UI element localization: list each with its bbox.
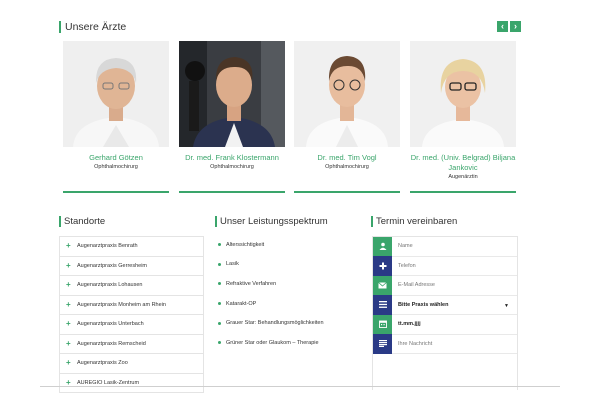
location-item[interactable]: + Augenarztpraxis Remscheid bbox=[59, 334, 204, 354]
doctor-card-underline bbox=[63, 191, 169, 193]
calendar-icon bbox=[373, 314, 392, 334]
practice-select-value: Bitte Praxis wählen bbox=[398, 301, 449, 308]
carousel-next-button[interactable]: › bbox=[510, 21, 521, 32]
bullet-icon bbox=[218, 282, 221, 286]
doctor-name[interactable]: Dr. med. Tim Vogl bbox=[294, 153, 400, 163]
location-item[interactable]: + Augenarztpraxis Zoo bbox=[59, 354, 204, 374]
doctor-role: Ophthalmochirurg bbox=[325, 164, 369, 170]
email-field[interactable]: E-Mail Adresse bbox=[373, 275, 517, 296]
service-link[interactable]: Grauer Star: Behandlungsmöglichkeiten bbox=[218, 313, 363, 333]
plus-icon: + bbox=[66, 260, 71, 270]
plus-icon: + bbox=[66, 319, 71, 328]
chevron-left-icon: ‹ bbox=[501, 21, 504, 31]
practice-select[interactable]: Bitte Praxis wählen ▼ bbox=[373, 295, 517, 315]
plus-icon: + bbox=[66, 358, 71, 367]
doctor-card[interactable]: Gerhard Götzen Ophthalmochirurg bbox=[63, 41, 169, 193]
chevron-right-icon: › bbox=[514, 21, 517, 31]
phone-icon bbox=[373, 256, 392, 276]
plus-icon: + bbox=[66, 280, 71, 289]
location-item[interactable]: + Augenarztpraxis Monheim am Rhein bbox=[59, 295, 204, 315]
doctor-photo[interactable] bbox=[410, 41, 516, 147]
message-placeholder: Ihre Nachricht bbox=[398, 340, 433, 347]
location-item[interactable]: + Augenarztpraxis Unterbach bbox=[59, 315, 204, 335]
phone-field[interactable]: Telefon bbox=[373, 256, 517, 276]
date-field[interactable]: tt.mm.jjjj bbox=[373, 314, 517, 335]
name-field[interactable]: Name bbox=[373, 236, 517, 257]
doctor-card[interactable]: Dr. med. Frank Klostermann Ophthalmochir… bbox=[179, 41, 285, 193]
doctor-photo[interactable] bbox=[179, 41, 285, 147]
booking-title: Termin vereinbaren bbox=[371, 216, 457, 227]
message-field[interactable]: Ihre Nachricht bbox=[373, 334, 517, 354]
doctor-role: Ophthalmochirurg bbox=[94, 164, 138, 170]
doctor-role: Augenärztin bbox=[448, 174, 478, 180]
bullet-icon bbox=[218, 302, 221, 306]
locations-title: Standorte bbox=[59, 216, 105, 227]
services-title: Unser Leistungsspektrum bbox=[215, 216, 328, 227]
location-item[interactable]: + Augenarztpraxis Benrath bbox=[59, 237, 204, 257]
bullet-icon bbox=[218, 341, 221, 345]
doctor-name[interactable]: Dr. med. Frank Klostermann bbox=[179, 153, 285, 163]
footer-divider bbox=[40, 386, 560, 387]
envelope-icon bbox=[373, 275, 392, 295]
bullet-icon bbox=[218, 243, 221, 247]
carousel-prev-button[interactable]: ‹ bbox=[497, 21, 508, 32]
list-icon bbox=[373, 295, 392, 315]
service-link[interactable]: Refraktive Verfahren bbox=[218, 274, 363, 294]
doctor-role: Ophthalmochirurg bbox=[210, 164, 254, 170]
message-icon bbox=[373, 334, 392, 354]
plus-icon: + bbox=[66, 377, 71, 387]
caret-down-icon: ▼ bbox=[504, 302, 509, 309]
location-item[interactable]: + AUREGIO Lasik-Zentrum bbox=[59, 373, 204, 393]
name-placeholder: Name bbox=[398, 243, 413, 250]
locations-list: + Augenarztpraxis Benrath + Augenarztpraxi… bbox=[59, 236, 204, 393]
plus-icon: + bbox=[66, 338, 71, 348]
service-link[interactable]: Katarakt-OP bbox=[218, 294, 363, 314]
service-link[interactable]: Alterssichtigkeit bbox=[218, 235, 363, 255]
doctors-section-title: Unsere Ärzte bbox=[59, 21, 126, 33]
doctor-name[interactable]: Dr. med. (Univ. Belgrad) Biljana Jankovi… bbox=[410, 153, 516, 173]
doctor-photo[interactable] bbox=[63, 41, 169, 147]
doctor-name[interactable]: Gerhard Götzen bbox=[63, 153, 169, 163]
location-item[interactable]: + Augenarztpraxis Lohausen bbox=[59, 276, 204, 296]
bullet-icon bbox=[218, 262, 221, 266]
plus-icon: + bbox=[66, 299, 71, 309]
doctor-card[interactable]: Dr. med. Tim Vogl Ophthalmochirurg bbox=[294, 41, 400, 193]
doctor-photo[interactable] bbox=[294, 41, 400, 147]
email-placeholder: E-Mail Adresse bbox=[398, 282, 435, 289]
phone-placeholder: Telefon bbox=[398, 262, 416, 269]
doctor-card-underline bbox=[294, 191, 400, 193]
doctor-card-underline bbox=[410, 191, 516, 193]
services-list: Alterssichtigkeit Lasik Refraktive Verfa… bbox=[218, 235, 363, 353]
plus-icon: + bbox=[66, 241, 71, 250]
date-value: tt.mm.jjjj bbox=[398, 321, 421, 328]
service-link[interactable]: Grüner Star oder Glaukom – Therapie bbox=[218, 333, 363, 353]
booking-form: Name Telefon E-Mail Adresse Bitte Praxis… bbox=[372, 236, 518, 390]
service-link[interactable]: Lasik bbox=[218, 255, 363, 275]
doctor-card[interactable]: Dr. med. (Univ. Belgrad) Biljana Jankovi… bbox=[410, 41, 516, 193]
location-item[interactable]: + Augenarztpraxis Gerresheim bbox=[59, 256, 204, 276]
bullet-icon bbox=[218, 321, 221, 325]
doctor-card-underline bbox=[179, 191, 285, 193]
user-icon bbox=[373, 236, 392, 256]
